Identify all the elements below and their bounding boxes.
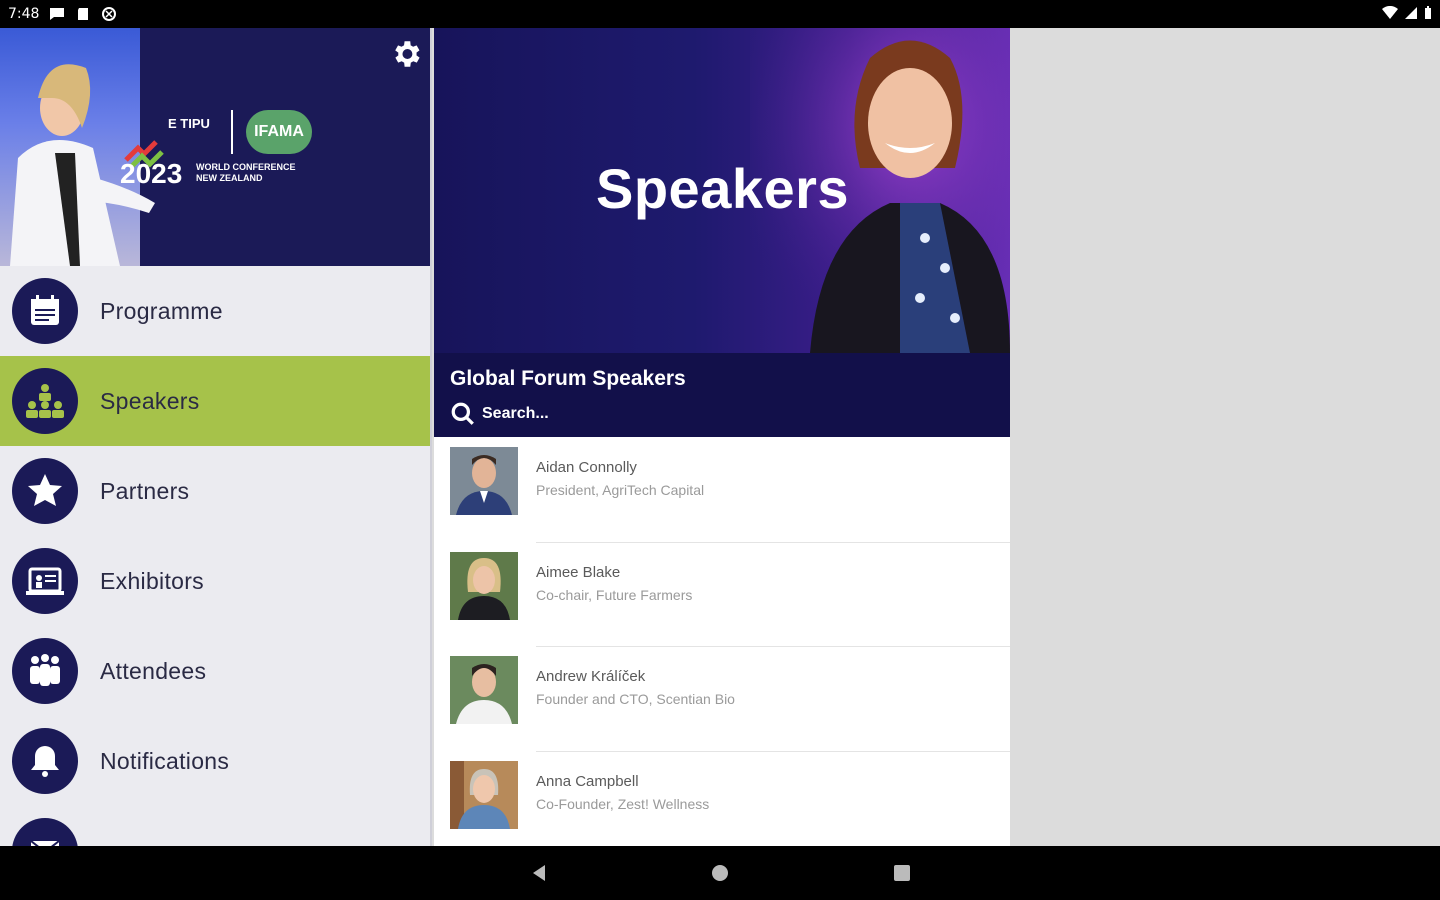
menu-label-programme: Programme [100,297,223,324]
back-button[interactable] [526,860,552,886]
calendar-icon [12,278,78,344]
speaker-name: Aimee Blake [536,563,621,581]
speaker-name: Anna Campbell [536,772,639,790]
speaker-list: Aidan Connolly President, AgriTech Capit… [434,437,1010,846]
back-icon [533,865,545,881]
menu-item-programme[interactable]: Programme [0,266,430,356]
speaker-row[interactable]: Aidan Connolly President, AgriTech Capit… [434,437,1010,542]
empty-detail-pane [1010,28,1440,846]
recents-icon [894,865,910,881]
menu-label-exhibitors: Exhibitors [100,567,204,594]
app-window: E TIPU IFAMA 2023 WORLD CONFERENCE NEW Z… [0,28,1440,846]
wifi-icon [1382,6,1398,19]
search-placeholder: Search... [482,405,549,422]
ifama-logo: IFAMA [246,110,312,154]
menu-item-notifications[interactable]: Notifications [0,716,430,806]
menu-item-attendees[interactable]: Attendees [0,626,430,716]
menu-item-messages[interactable] [0,806,430,846]
speaker-role: Co-chair, Future Farmers [536,586,693,603]
exhibitor-icon [12,548,78,614]
list-header: Global Forum Speakers Search... [434,353,1010,437]
status-time: 7:48 [8,6,40,22]
speaker-name: Aidan Connolly [536,459,637,476]
speaker-text: Aidan Connolly President, AgriTech Capit… [536,459,704,498]
system-nav-bar [0,846,1440,900]
logo-subtitle-line1: WORLD CONFERENCE [196,162,296,172]
gear-icon [395,41,420,67]
search-input[interactable]: Search... [450,401,994,427]
drawer-header: E TIPU IFAMA 2023 WORLD CONFERENCE NEW Z… [0,28,430,266]
logo-subtitle: WORLD CONFERENCE NEW ZEALAND [196,162,296,184]
star-icon [12,458,78,524]
speaker-text: Aimee Blake Co-chair, Future Farmers [536,564,692,603]
home-button[interactable] [707,860,733,886]
signal-icon [1405,7,1417,19]
logo-etipu-text: E TIPU [168,116,210,131]
menu-item-exhibitors[interactable]: Exhibitors [0,536,430,626]
attendees-icon [12,638,78,704]
menu-item-speakers[interactable]: Speakers [0,356,430,446]
menu-label-notifications: Notifications [100,747,230,774]
home-icon [712,865,728,881]
speaker-photo [450,551,518,620]
sd-card-icon [78,8,89,20]
speakers-icon [12,368,78,434]
logo-year: 2023 [120,158,183,189]
speaker-row[interactable]: Andrew Králíček Founder and CTO, Scentia… [434,646,1010,751]
navigation-drawer: E TIPU IFAMA 2023 WORLD CONFERENCE NEW Z… [0,28,432,846]
speaker-row[interactable]: Aimee Blake Co-chair, Future Farmers [434,541,1010,647]
speaker-row[interactable]: Anna Campbell Co-Founder, Zest! Wellness [434,750,1010,847]
list-title: Global Forum Speakers [450,367,686,390]
menu-label-speakers: Speakers [100,387,200,414]
status-bar: 7:48 [0,0,1440,28]
speaker-role: President, AgriTech Capital [536,482,705,498]
speaker-role: Founder and CTO, Scentian Bio [536,691,735,707]
banner-title: Speakers [596,157,850,220]
speaker-text: Andrew Králíček Founder and CTO, Scentia… [536,668,735,707]
mail-icon [12,818,78,846]
search-icon [451,402,474,425]
speaker-photo [450,447,518,515]
logo-divider [231,110,233,154]
logo-subtitle-line2: NEW ZEALAND [196,173,263,183]
menu-label-partners: Partners [100,477,190,504]
speaker-photo [450,656,518,724]
sync-icon [102,7,117,21]
message-icon [50,8,65,20]
menu-label-attendees: Attendees [100,657,207,684]
speaker-text: Anna Campbell Co-Founder, Zest! Wellness [536,773,709,812]
settings-button[interactable] [388,36,424,72]
bell-icon [12,728,78,794]
speakers-page: Speakers Global Forum Speakers Search...… [434,28,1010,846]
speaker-name: Andrew Králíček [536,668,646,685]
speakers-banner: Speakers [434,28,1010,353]
speaker-role: Co-Founder, Zest! Wellness [536,795,710,812]
speaker-photo [450,760,518,829]
recents-button[interactable] [889,860,915,886]
menu-item-partners[interactable]: Partners [0,446,430,536]
battery-icon [1425,6,1431,19]
